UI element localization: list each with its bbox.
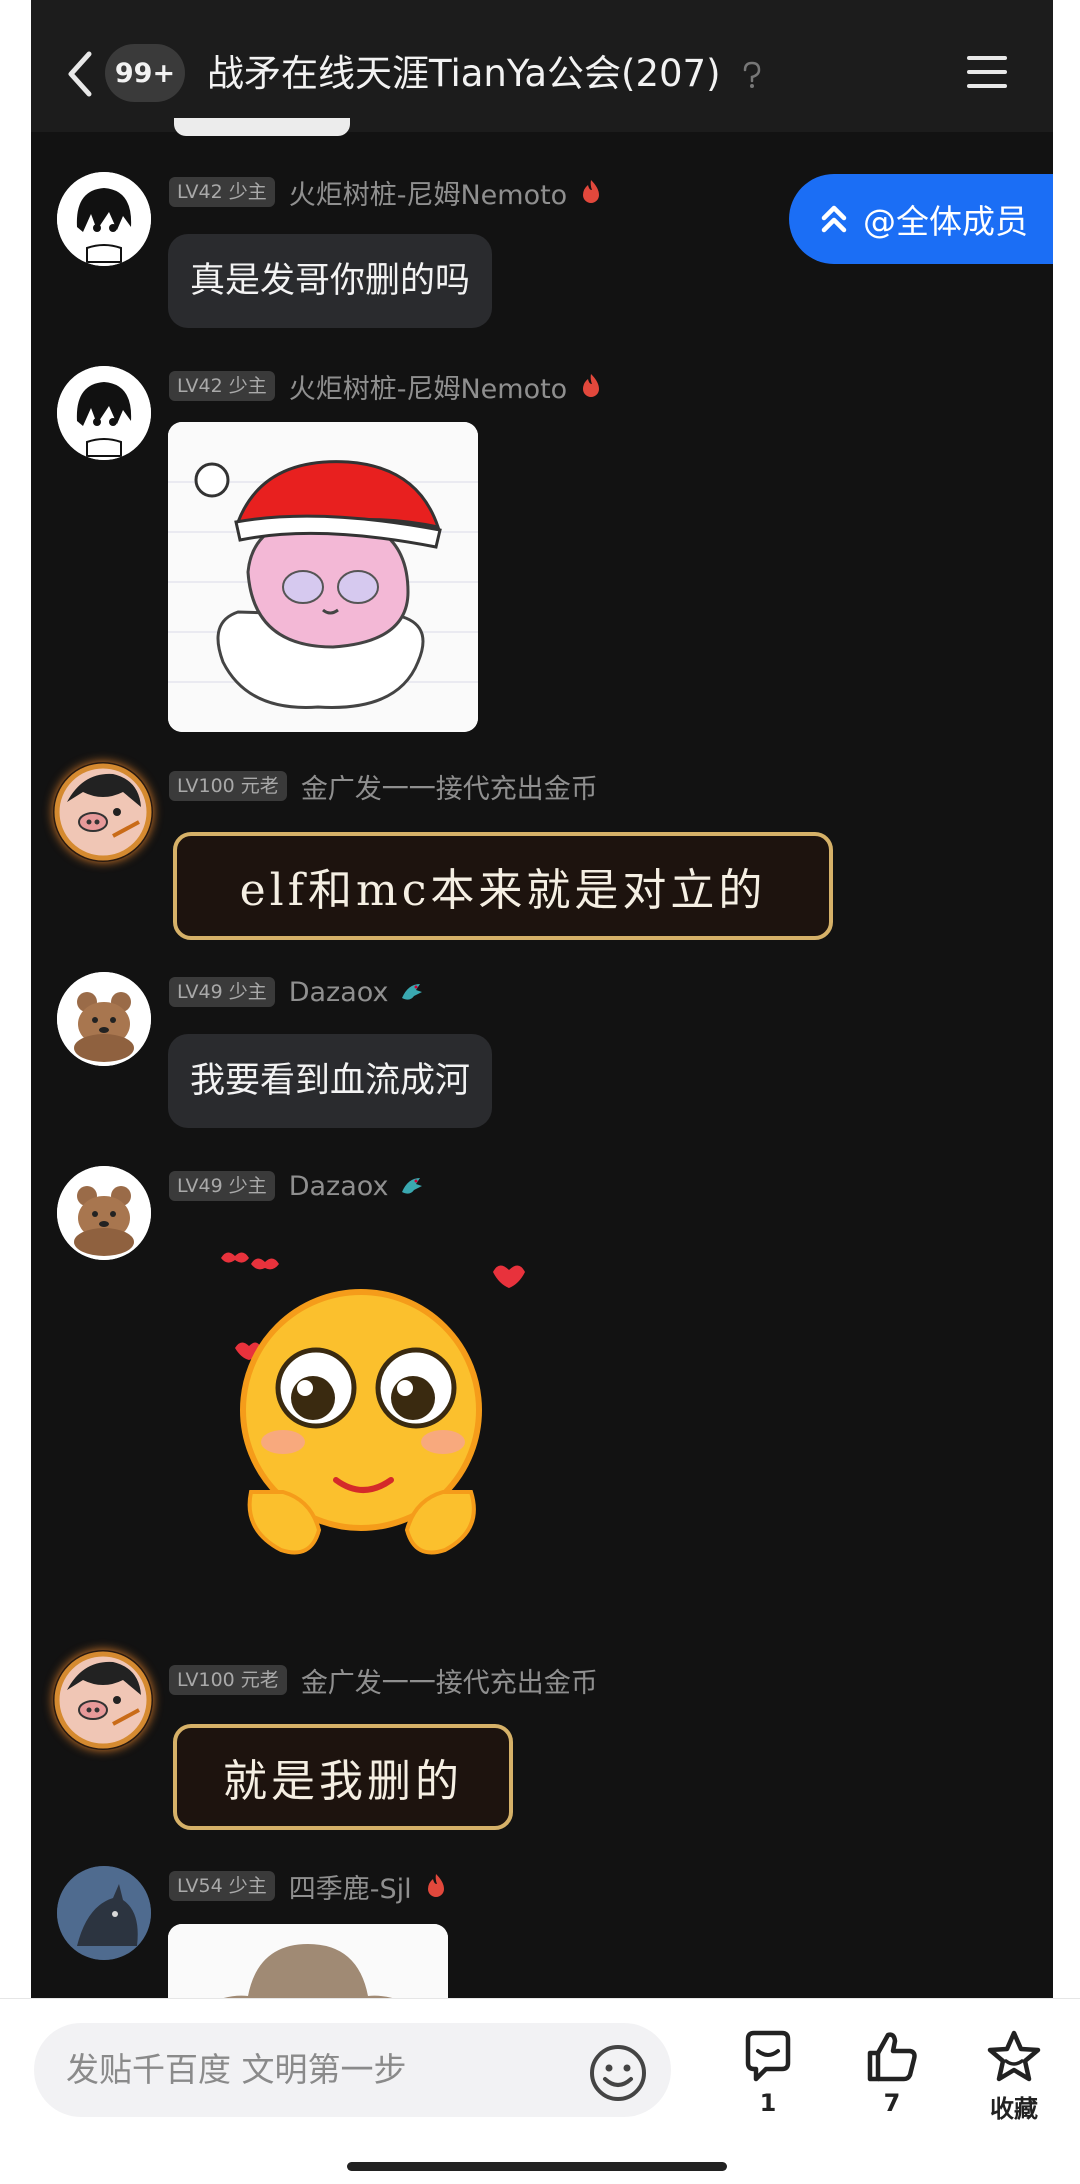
decorated-message-bubble[interactable]: elf和mc本来就是对立的 (173, 832, 833, 940)
anime-avatar-icon (57, 172, 151, 266)
username[interactable]: Dazaox (289, 977, 389, 1008)
pig-avatar-icon (54, 763, 152, 861)
at-all-label: @全体成员 (863, 202, 1028, 241)
message-meta: LV100 元老 金广发一一接代充出金币 (169, 1661, 598, 1700)
like-button[interactable]: 7 (852, 2029, 932, 2139)
level-badge: LV100 元老 (169, 771, 287, 801)
avatar[interactable] (57, 172, 151, 266)
bear-cub-avatar-icon (57, 972, 151, 1066)
help-icon[interactable] (739, 60, 765, 90)
santa-hat-anime-girl-sticker[interactable] (168, 422, 478, 732)
back-arrow-icon[interactable] (61, 46, 101, 102)
home-indicator (347, 2162, 727, 2171)
fire-icon (583, 180, 600, 203)
previous-message-edge (174, 118, 350, 136)
avatar[interactable] (57, 1166, 151, 1260)
like-count: 7 (883, 2089, 901, 2117)
avatar[interactable] (53, 1650, 153, 1750)
message-meta: LV49 少主 Dazaox (169, 1168, 426, 1204)
bear-cub-avatar-icon (57, 1166, 151, 1260)
star-icon (987, 2030, 1041, 2082)
message-meta: LV54 少主 四季鹿-Sjl (169, 1867, 450, 1906)
level-badge: LV42 少主 (169, 371, 275, 401)
sticker-image (168, 422, 478, 732)
username[interactable]: 四季鹿-Sjl (289, 1867, 412, 1906)
pig-avatar-icon (54, 1651, 152, 1749)
message-meta: LV42 少主 火炬树桩-尼姆Nemoto (169, 367, 605, 406)
dragon-icon (402, 984, 423, 1000)
username[interactable]: 金广发一一接代充出金币 (301, 767, 598, 806)
chat-area: 99+ 战矛在线天涯TianYa公会(207) @全体成员 LV42 少主 火炬… (31, 0, 1053, 1998)
sticker-image (168, 1924, 448, 1998)
dragon-icon (402, 1178, 423, 1194)
page-title: 战矛在线天涯TianYa公会(207) (207, 52, 721, 95)
pleading-emoji-hearts-sticker[interactable] (191, 1230, 571, 1610)
level-badge: LV42 少主 (169, 177, 275, 207)
chat-header: 99+ 战矛在线天涯TianYa公会(207) (31, 0, 1053, 132)
favorite-label: 收藏 (990, 2095, 1038, 2123)
comment-button[interactable]: 1 (728, 2029, 808, 2139)
wolf-avatar-icon (57, 1866, 151, 1960)
avatar[interactable] (57, 366, 151, 460)
cowboy-hat-sticker[interactable] (168, 1924, 448, 1998)
screen: { "header": { "back_label": "back", "unr… (0, 0, 1080, 2184)
username[interactable]: 火炬树桩-尼姆Nemoto (289, 367, 567, 406)
bottom-bar: 发贴千百度 文明第一步 1 7 收藏 (0, 1998, 1080, 2184)
double-chevron-up-icon (821, 205, 847, 233)
username[interactable]: 火炬树桩-尼姆Nemoto (289, 173, 567, 212)
level-badge: LV49 少主 (169, 1171, 275, 1201)
message-bubble[interactable]: 我要看到血流成河 (168, 1034, 493, 1128)
message-bubble[interactable]: 真是发哥你删的吗 (168, 234, 493, 328)
unread-count-badge[interactable]: 99+ (105, 44, 185, 102)
message-meta: LV42 少主 火炬树桩-尼姆Nemoto (169, 173, 605, 212)
reply-input[interactable]: 发贴千百度 文明第一步 (34, 2023, 671, 2117)
fire-icon (427, 1874, 444, 1897)
level-badge: LV100 元老 (169, 1665, 287, 1695)
menu-icon[interactable] (965, 52, 1009, 92)
message-meta: LV100 元老 金广发一一接代充出金币 (169, 767, 598, 806)
message-meta: LV49 少主 Dazaox (169, 974, 426, 1010)
avatar[interactable] (53, 762, 153, 862)
level-badge: LV54 少主 (169, 1871, 275, 1901)
emoji-icon[interactable] (588, 2043, 648, 2103)
username[interactable]: 金广发一一接代充出金币 (301, 1661, 598, 1700)
avatar[interactable] (57, 972, 151, 1066)
fire-icon (583, 374, 600, 397)
thumbs-up-icon (867, 2032, 917, 2082)
level-badge: LV49 少主 (169, 977, 275, 1007)
avatar[interactable] (57, 1866, 151, 1960)
anime-avatar-icon (57, 366, 151, 460)
comment-icon (745, 2030, 791, 2082)
decorated-message-bubble[interactable]: 就是我删的 (173, 1724, 513, 1830)
comment-count: 1 (759, 2089, 777, 2117)
reply-input-placeholder: 发贴千百度 文明第一步 (66, 2050, 407, 2089)
username[interactable]: Dazaox (289, 1171, 389, 1202)
favorite-button[interactable]: 收藏 (976, 2029, 1052, 2139)
at-all-members-button[interactable]: @全体成员 (789, 174, 1053, 264)
